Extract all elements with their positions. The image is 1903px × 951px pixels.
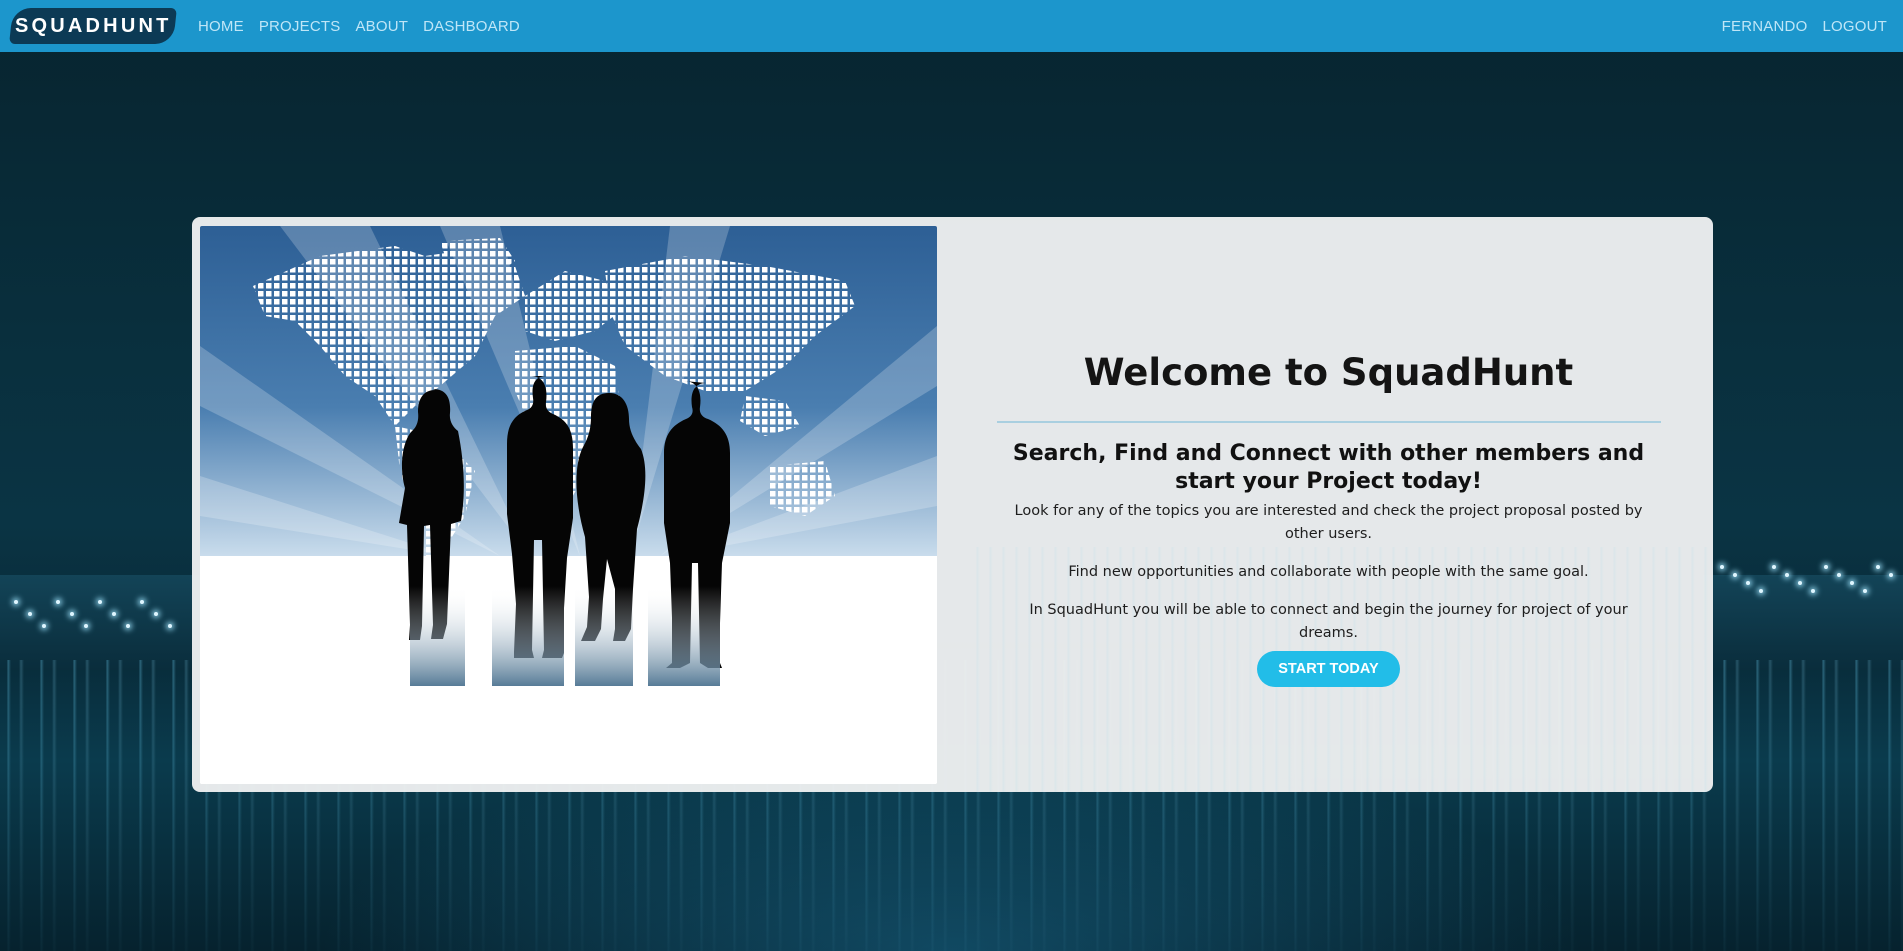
- intro-paragraph-opportunities: Find new opportunities and collaborate w…: [1068, 564, 1589, 580]
- shoreline-left: [0, 575, 200, 670]
- city-light: [1837, 573, 1841, 577]
- city-light: [1811, 589, 1815, 593]
- brand-logo-text: SQUADHUNT: [14, 14, 172, 37]
- city-light: [14, 600, 18, 604]
- user-nav: FERNANDO LOGOUT: [1722, 18, 1887, 35]
- nav-dashboard[interactable]: DASHBOARD: [423, 18, 520, 35]
- city-light: [84, 624, 88, 628]
- nav-projects[interactable]: PROJECTS: [259, 18, 341, 35]
- shoreline-right: [1703, 575, 1903, 670]
- city-light: [140, 600, 144, 604]
- city-light: [1733, 573, 1737, 577]
- intro-paragraph-journey: In SquadHunt you will be able to connect…: [1029, 602, 1628, 641]
- city-light: [28, 612, 32, 616]
- primary-nav: HOME PROJECTS ABOUT DASHBOARD: [198, 18, 520, 35]
- welcome-content: Welcome to SquadHunt Search, Find and Co…: [956, 217, 1701, 792]
- city-light: [1850, 581, 1854, 585]
- hero-image: [200, 226, 937, 784]
- city-light: [1889, 573, 1893, 577]
- city-light: [56, 600, 60, 604]
- title-divider: [996, 421, 1661, 423]
- start-today-button[interactable]: START TODAY: [1257, 651, 1400, 687]
- nav-username[interactable]: FERNANDO: [1722, 18, 1808, 35]
- city-light: [1824, 565, 1828, 569]
- welcome-subtitle: Search, Find and Connect with other memb…: [1012, 441, 1645, 494]
- nav-about[interactable]: ABOUT: [355, 18, 408, 35]
- city-light: [1759, 589, 1763, 593]
- city-light: [1863, 589, 1867, 593]
- brand-logo[interactable]: SQUADHUNT: [9, 8, 177, 44]
- city-light: [1785, 573, 1789, 577]
- city-light: [1876, 565, 1880, 569]
- city-light: [70, 612, 74, 616]
- top-navbar: SQUADHUNT HOME PROJECTS ABOUT DASHBOARD …: [0, 0, 1903, 52]
- city-light: [98, 600, 102, 604]
- city-light: [126, 624, 130, 628]
- welcome-title: Welcome to SquadHunt: [1083, 351, 1574, 394]
- city-light: [112, 612, 116, 616]
- city-light: [1798, 581, 1802, 585]
- city-light: [1720, 565, 1724, 569]
- city-light: [1746, 581, 1750, 585]
- welcome-card: Welcome to SquadHunt Search, Find and Co…: [192, 217, 1713, 792]
- city-light: [42, 624, 46, 628]
- team-silhouette-world-map-illustration: [200, 226, 937, 784]
- nav-logout[interactable]: LOGOUT: [1822, 18, 1887, 35]
- city-light: [154, 612, 158, 616]
- nav-home[interactable]: HOME: [198, 18, 244, 35]
- city-light: [1772, 565, 1776, 569]
- city-light: [168, 624, 172, 628]
- intro-paragraph-topics: Look for any of the topics you are inter…: [1014, 503, 1643, 542]
